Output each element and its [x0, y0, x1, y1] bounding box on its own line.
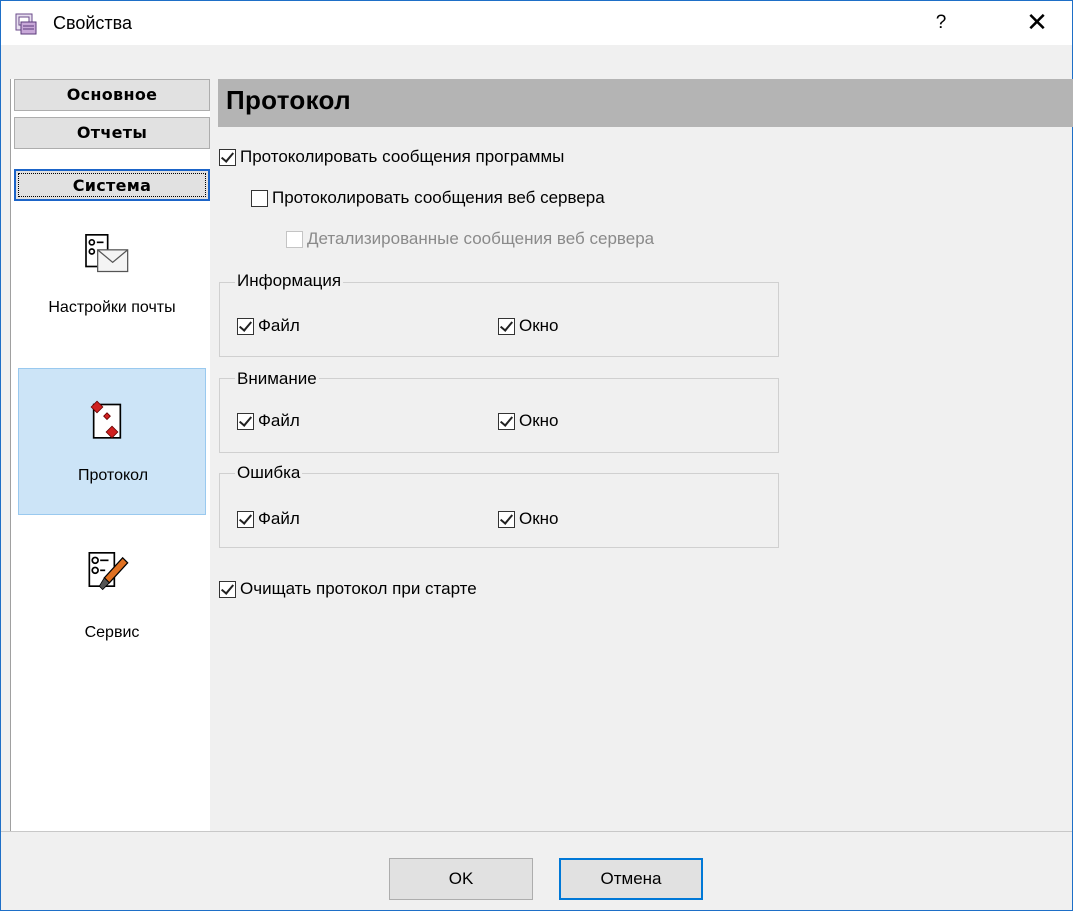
error-file-label: Файл — [258, 509, 300, 528]
category-reports-button[interactable]: Отчеты — [14, 117, 210, 149]
footer-divider — [1, 831, 1072, 832]
clear-on-start-label: Очищать протокол при старте — [240, 579, 477, 598]
category-reports-label: Отчеты — [76, 123, 148, 142]
category-system-button[interactable]: Система — [14, 169, 210, 201]
checkbox-box — [219, 580, 236, 598]
info-group-title: Информация — [235, 271, 344, 291]
cancel-button[interactable]: Отмена — [559, 858, 703, 900]
checkbox-box — [237, 412, 254, 430]
warning-window-checkbox[interactable]: Окно — [498, 411, 559, 431]
section-title: Протокол — [226, 85, 351, 115]
title-bar: Свойства ? ✕ — [1, 1, 1072, 45]
info-file-checkbox[interactable]: Файл — [237, 316, 300, 336]
service-icon — [88, 552, 129, 591]
warning-file-checkbox[interactable]: Файл — [237, 411, 300, 431]
error-window-label: Окно — [519, 509, 559, 528]
checkbox-box — [498, 412, 515, 430]
error-file-checkbox[interactable]: Файл — [237, 509, 300, 529]
category-panel: Основное Отчеты Система Настройки почты — [10, 79, 210, 831]
window-title: Свойства — [53, 13, 133, 33]
checkbox-box — [219, 148, 236, 166]
nav-service-label: Сервис — [84, 624, 140, 641]
app-icon — [15, 13, 37, 35]
error-group-title: Ошибка — [235, 463, 303, 483]
warning-window-label: Окно — [519, 411, 559, 430]
checkbox-box — [251, 189, 268, 207]
protocol-icon — [90, 400, 122, 439]
checkbox-box — [498, 317, 515, 335]
warning-file-label: Файл — [258, 411, 300, 430]
nav-item-mail-settings[interactable]: Настройки почты — [18, 219, 206, 349]
log-web-checkbox[interactable]: Протоколировать сообщения веб сервера — [251, 188, 605, 208]
checkbox-box — [237, 510, 254, 528]
category-main-label: Основное — [66, 85, 158, 104]
checkbox-box — [237, 317, 254, 335]
nav-item-protocol[interactable]: Протокол — [18, 368, 206, 515]
info-window-checkbox[interactable]: Окно — [498, 316, 559, 336]
info-file-label: Файл — [258, 316, 300, 335]
checkbox-box — [498, 510, 515, 528]
ok-button[interactable]: OK — [389, 858, 533, 900]
nav-mail-label: Настройки почты — [48, 299, 176, 316]
log-web-detail-label: Детализированные сообщения веб сервера — [307, 229, 655, 248]
properties-dialog: Свойства ? ✕ Основное Отчеты Система Нас… — [0, 0, 1073, 911]
log-web-label: Протоколировать сообщения веб сервера — [272, 188, 605, 207]
nav-item-service[interactable]: Сервис — [18, 539, 206, 659]
mail-settings-icon — [85, 234, 129, 273]
clear-on-start-checkbox[interactable]: Очищать протокол при старте — [219, 579, 477, 599]
error-window-checkbox[interactable]: Окно — [498, 509, 559, 529]
help-button[interactable]: ? — [931, 11, 951, 35]
log-program-checkbox[interactable]: Протоколировать сообщения программы — [219, 147, 564, 167]
close-button[interactable]: ✕ — [1021, 7, 1053, 39]
log-web-detail-checkbox[interactable]: Детализированные сообщения веб сервера — [286, 229, 654, 249]
log-program-label: Протоколировать сообщения программы — [240, 147, 565, 166]
nav-protocol-label: Протокол — [77, 467, 149, 484]
warning-group-title: Внимание — [235, 369, 319, 389]
section-header: Протокол — [218, 79, 1073, 127]
info-window-label: Окно — [519, 316, 559, 335]
checkbox-box — [286, 230, 303, 248]
category-system-label: Система — [72, 176, 152, 195]
category-main-button[interactable]: Основное — [14, 79, 210, 111]
